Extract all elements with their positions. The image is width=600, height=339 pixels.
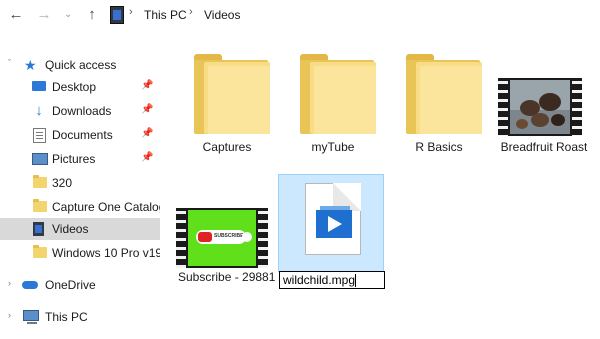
nav-item-pictures[interactable]: Pictures 📌 [0, 148, 160, 170]
pin-icon[interactable]: 📌 [141, 152, 153, 163]
chevron-right-icon[interactable]: › [8, 310, 11, 320]
breadfruit-photo-thumbnail [510, 80, 570, 134]
star-icon: ★ [24, 57, 37, 73]
folder-icon [33, 175, 47, 188]
videos-location-icon [110, 6, 124, 24]
address-bar: ← → ⌄ ↑ › This PC › Videos [0, 0, 600, 30]
nav-item-label: Capture One Catalog [52, 200, 160, 214]
subscribe-text: SUBSCRIBE [214, 233, 244, 239]
pin-icon[interactable]: 📌 [141, 104, 153, 115]
cloud-icon [22, 281, 38, 289]
nav-item-label: Videos [52, 222, 89, 236]
folder-item-captures[interactable]: Captures [180, 48, 274, 158]
nav-item-onedrive[interactable]: › OneDrive [0, 274, 160, 296]
folder-icon [33, 245, 47, 258]
video-item-breadfruit-roast[interactable]: Breadfruit Roast [494, 74, 594, 158]
navigation-pane: ˇ ★ Quick access Desktop 📌 ↓ Downloads 📌… [0, 30, 160, 339]
recent-locations-chevron-icon[interactable]: ⌄ [64, 6, 72, 24]
nav-item-label: Downloads [52, 104, 112, 118]
item-label: Breadfruit Roast [500, 140, 588, 154]
nav-item-label: 320 [52, 176, 73, 190]
video-file-icon [305, 183, 361, 255]
breadcrumb-videos[interactable]: Videos [204, 8, 240, 22]
nav-item-videos[interactable]: Videos [0, 218, 160, 240]
chevron-down-icon[interactable]: ˇ [8, 58, 11, 68]
pin-icon[interactable]: 📌 [141, 128, 153, 139]
videos-icon [33, 222, 44, 236]
folder-icon [33, 199, 47, 212]
folder-icon [292, 54, 382, 136]
nav-item-documents[interactable]: Documents 📌 [0, 124, 160, 146]
nav-item-label: OneDrive [45, 278, 96, 292]
folder-item-mytube[interactable]: myTube [286, 48, 380, 158]
video-file-item-wildchild[interactable] [278, 174, 384, 272]
item-label: Captures [202, 140, 252, 154]
folder-item-r-basics[interactable]: R Basics [392, 48, 486, 158]
item-label: Subscribe - 29881 [178, 270, 276, 284]
green-screen-thumbnail: SUBSCRIBE [188, 210, 256, 266]
forward-arrow-icon[interactable]: → [36, 6, 52, 24]
breadcrumb-separator[interactable]: › [129, 6, 133, 18]
video-thumbnail: SUBSCRIBE [176, 208, 268, 268]
nav-item-label: Quick access [45, 58, 117, 72]
video-thumbnail [498, 78, 582, 136]
breadcrumb-separator[interactable]: › [189, 6, 193, 18]
nav-item-label: This PC [45, 310, 88, 324]
computer-icon [23, 310, 39, 324]
nav-item-label: Pictures [52, 152, 96, 166]
folder-icon [186, 54, 276, 136]
documents-icon [33, 128, 46, 143]
nav-item-label: Documents [52, 128, 113, 142]
bell-icon [242, 232, 252, 242]
play-icon [198, 232, 212, 242]
nav-item-label: Windows 10 Pro v19 [52, 246, 160, 260]
folder-icon [398, 54, 488, 136]
rename-input-value: wildchild.mpg [283, 273, 356, 287]
pictures-icon [32, 153, 48, 165]
nav-item-label: Desktop [52, 80, 97, 94]
breadcrumb-this-pc[interactable]: This PC [144, 8, 187, 22]
chevron-right-icon[interactable]: › [8, 278, 11, 288]
nav-item-capture-one-catalog[interactable]: Capture One Catalog [0, 196, 160, 218]
download-icon: ↓ [35, 102, 43, 119]
item-label: R Basics [415, 140, 463, 154]
media-player-icon [316, 206, 352, 238]
nav-item-quick-access[interactable]: ˇ ★ Quick access [0, 54, 160, 76]
back-arrow-icon[interactable]: ← [8, 6, 24, 24]
rename-input[interactable]: wildchild.mpg [279, 271, 385, 289]
item-label: myTube [311, 140, 355, 154]
subscribe-pill: SUBSCRIBE [196, 230, 246, 244]
desktop-icon [32, 81, 46, 91]
nav-item-desktop[interactable]: Desktop 📌 [0, 76, 160, 98]
text-cursor [355, 274, 357, 288]
pin-icon[interactable]: 📌 [141, 80, 153, 91]
nav-item-windows-10-pro[interactable]: Windows 10 Pro v19 [0, 242, 160, 264]
up-arrow-icon[interactable]: ↑ [84, 6, 100, 24]
video-item-subscribe[interactable]: SUBSCRIBE Subscribe - 29881 [174, 200, 275, 286]
nav-item-downloads[interactable]: ↓ Downloads 📌 [0, 100, 160, 122]
nav-item-this-pc[interactable]: › This PC [0, 306, 160, 328]
nav-item-320[interactable]: 320 [0, 172, 160, 194]
